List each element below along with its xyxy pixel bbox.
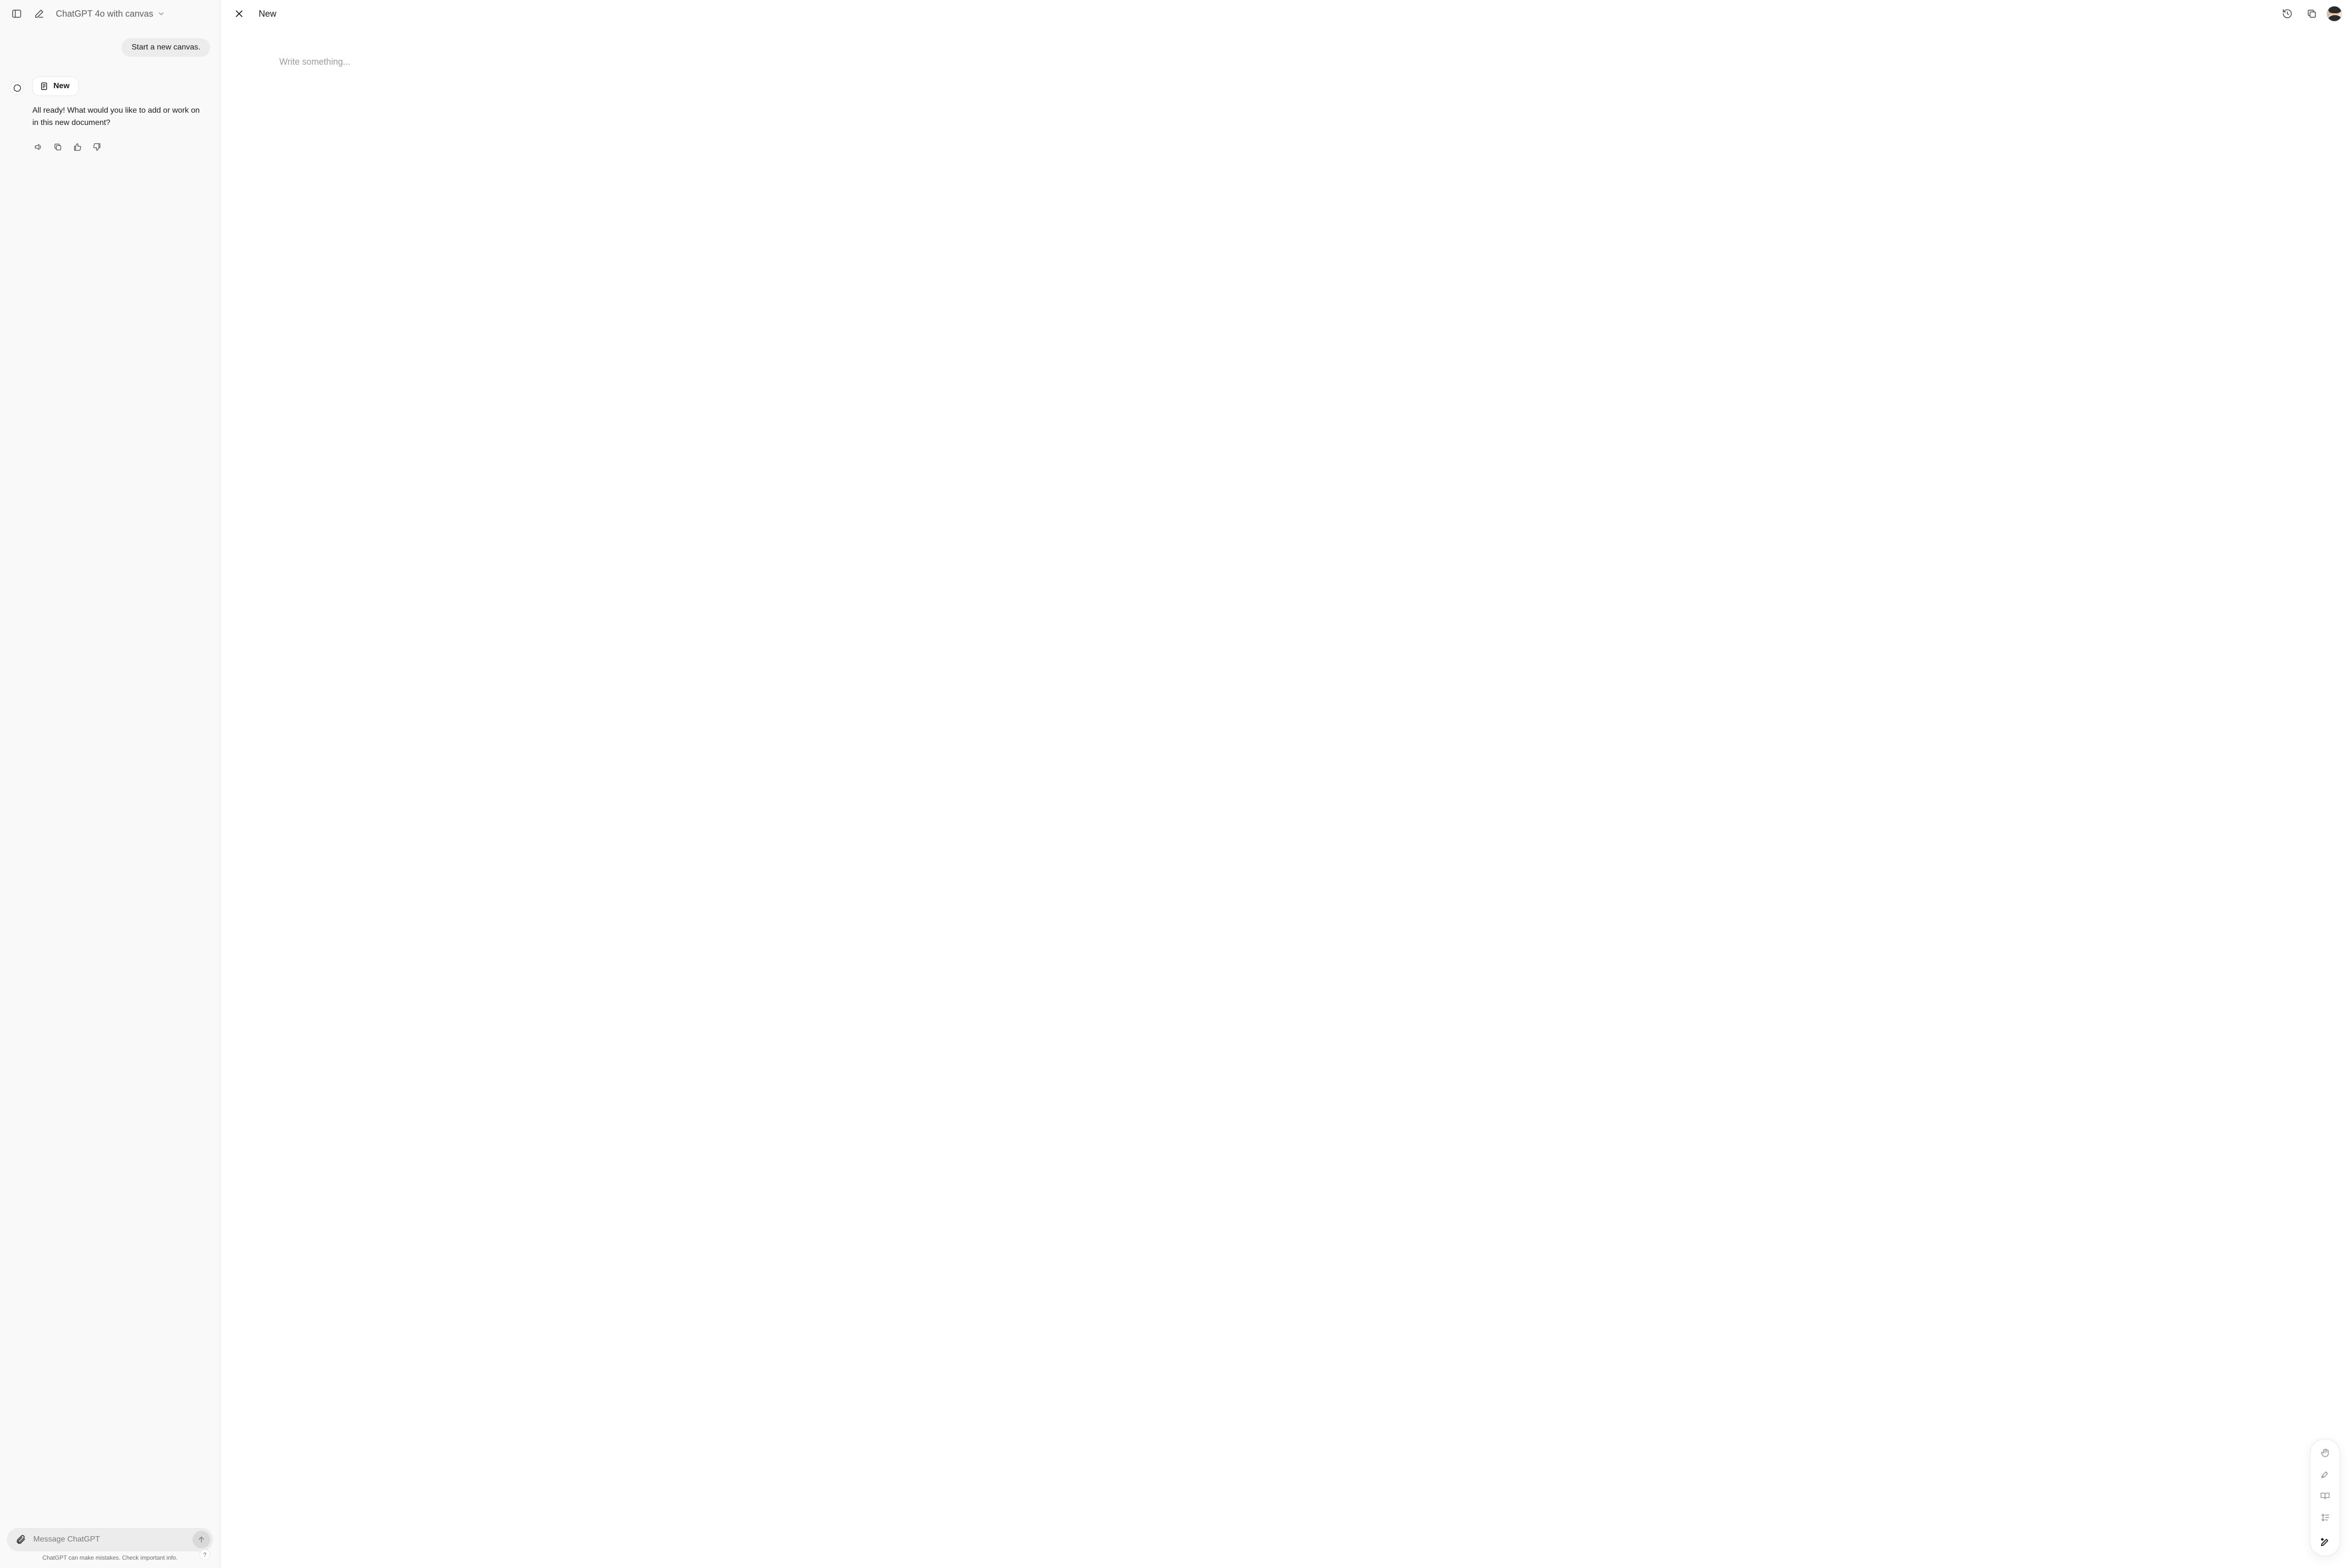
assistant-content: New All ready! What would you like to ad… bbox=[32, 76, 210, 156]
user-message[interactable]: Start a new canvas. bbox=[122, 38, 210, 57]
thumbs-down-icon bbox=[93, 143, 101, 151]
send-button[interactable] bbox=[193, 1531, 210, 1548]
close-canvas-button[interactable] bbox=[229, 4, 249, 24]
chat-thread: Start a new canvas. New All ready! What … bbox=[0, 27, 220, 1528]
copy-canvas-button[interactable] bbox=[2302, 4, 2322, 24]
canvas-placeholder: Write something... bbox=[279, 57, 2293, 67]
length-icon bbox=[2320, 1513, 2330, 1522]
polish-tool[interactable] bbox=[2314, 1466, 2336, 1483]
document-icon bbox=[40, 82, 49, 91]
composer-area: ChatGPT can make mistakes. Check importa… bbox=[0, 1528, 220, 1568]
user-message-row: Start a new canvas. bbox=[10, 38, 210, 57]
thumbs-up-button[interactable] bbox=[72, 141, 83, 153]
arrow-up-icon bbox=[197, 1535, 206, 1544]
edit-tool[interactable] bbox=[2314, 1533, 2336, 1551]
speak-button[interactable] bbox=[32, 141, 44, 153]
history-icon bbox=[2282, 8, 2293, 19]
message-input[interactable] bbox=[31, 1531, 191, 1548]
chevron-down-icon bbox=[157, 10, 165, 18]
chat-header: ChatGPT 4o with canvas bbox=[0, 0, 220, 27]
pencil-sparkle-icon bbox=[2320, 1537, 2330, 1547]
history-button[interactable] bbox=[2278, 4, 2297, 24]
canvas-pane: New Write something... bbox=[220, 0, 2352, 1568]
composer bbox=[7, 1528, 213, 1551]
message-actions bbox=[32, 138, 210, 156]
canvas-editor[interactable]: Write something... bbox=[220, 27, 2352, 1568]
new-chat-button[interactable] bbox=[29, 4, 49, 24]
length-tool[interactable] bbox=[2314, 1509, 2336, 1526]
assistant-message-row: New All ready! What would you like to ad… bbox=[10, 76, 210, 156]
assistant-avatar bbox=[10, 81, 24, 95]
copy-icon bbox=[53, 143, 62, 151]
canvas-toolbar bbox=[2310, 1439, 2340, 1556]
canvas-header: New bbox=[220, 0, 2352, 27]
canvas-title[interactable]: New bbox=[259, 9, 276, 19]
assistant-message[interactable]: All ready! What would you like to add or… bbox=[32, 105, 210, 129]
paperclip-icon bbox=[15, 1534, 26, 1545]
thumbs-down-button[interactable] bbox=[91, 141, 103, 153]
close-icon bbox=[234, 9, 244, 19]
document-chip[interactable]: New bbox=[32, 76, 79, 96]
model-switcher[interactable]: ChatGPT 4o with canvas bbox=[52, 7, 169, 21]
user-avatar[interactable] bbox=[2327, 6, 2342, 22]
sidebar-icon bbox=[11, 8, 22, 19]
disclaimer-text: ChatGPT can make mistakes. Check importa… bbox=[43, 1554, 178, 1561]
copy-button[interactable] bbox=[52, 141, 64, 153]
model-label: ChatGPT 4o with canvas bbox=[56, 9, 153, 19]
reading-tool[interactable] bbox=[2314, 1487, 2336, 1505]
compose-icon bbox=[34, 8, 45, 19]
footer: ChatGPT can make mistakes. Check importa… bbox=[7, 1551, 213, 1566]
copy-icon bbox=[2306, 8, 2317, 19]
attach-button[interactable] bbox=[12, 1531, 29, 1548]
emoji-tool[interactable] bbox=[2314, 1444, 2336, 1462]
hand-icon bbox=[2320, 1448, 2330, 1458]
paintbrush-icon bbox=[2320, 1470, 2330, 1479]
toggle-sidebar-button[interactable] bbox=[7, 4, 26, 24]
openai-logo-icon bbox=[12, 84, 21, 93]
chat-sidebar: ChatGPT 4o with canvas Start a new canva… bbox=[0, 0, 220, 1568]
speaker-icon bbox=[34, 143, 43, 151]
document-chip-label: New bbox=[53, 82, 70, 91]
book-open-icon bbox=[2320, 1491, 2330, 1501]
thumbs-up-icon bbox=[73, 143, 82, 151]
help-button[interactable]: ? bbox=[199, 1549, 210, 1560]
